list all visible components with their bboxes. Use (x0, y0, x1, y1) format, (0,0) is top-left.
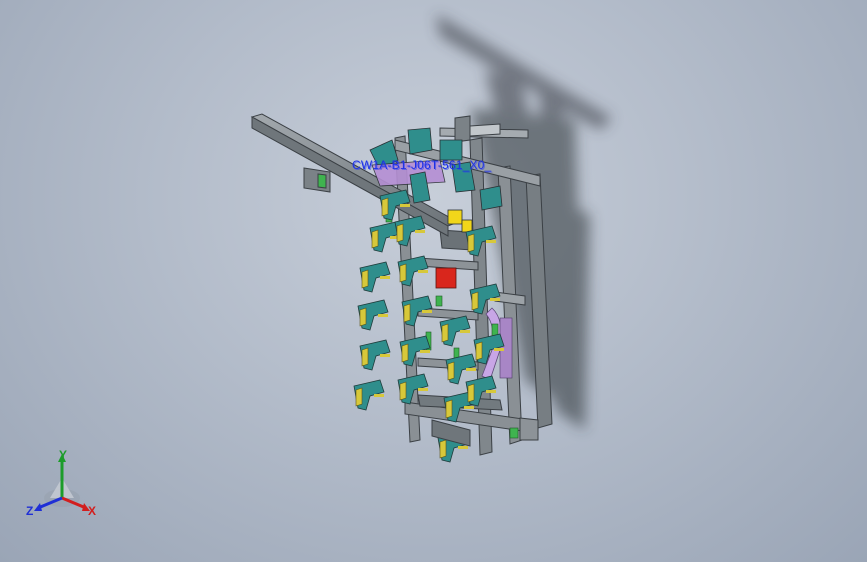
clamp-bracket[interactable] (467, 383, 475, 403)
clamp-bracket[interactable] (401, 343, 409, 363)
graphics-viewport[interactable]: CW1A-B1-J06T-561_X0_ CW1A-B1-J06T-561_X0… (0, 0, 867, 562)
clamp-bracket[interactable] (439, 439, 447, 459)
clamp-pin (466, 368, 476, 371)
clamp-pin (460, 330, 470, 333)
clamp-pin (418, 388, 428, 391)
clamp-bracket[interactable] (445, 399, 453, 419)
clamp-bracket[interactable] (355, 387, 363, 407)
clamp-bracket[interactable] (399, 263, 407, 283)
clamp-pin (380, 354, 390, 357)
clamp-pin (380, 276, 390, 279)
clamp-bracket[interactable] (371, 229, 379, 249)
clamp-pin (458, 446, 468, 449)
clamp-bracket[interactable] (399, 381, 407, 401)
part-name-callout-shadow: CW1A-B1-J06T-561_X0_ (353, 159, 493, 173)
cad-model-scene[interactable] (0, 0, 867, 562)
clamp-pin (415, 230, 425, 233)
red-actuator-block[interactable] (435, 267, 457, 289)
clamp-pin (464, 406, 474, 409)
z-axis-label: Z (26, 504, 34, 518)
clamp-pin (400, 204, 410, 207)
clamp-bracket[interactable] (441, 323, 449, 343)
clamp-pin (420, 350, 430, 353)
clamp-bracket[interactable] (359, 307, 367, 327)
clamp-pin (486, 390, 496, 393)
clamp-pin (374, 394, 384, 397)
clamp-bracket[interactable] (471, 291, 479, 311)
clamp-pin (494, 348, 504, 351)
clamp-bracket[interactable] (475, 341, 483, 361)
clamp-bracket[interactable] (467, 233, 475, 253)
part-name-callout: CW1A-B1-J06T-561_X0_ CW1A-B1-J06T-561_X0… (352, 158, 493, 173)
x-axis-label: X (88, 504, 97, 518)
coordinate-triad[interactable]: Y X Z (22, 448, 102, 528)
clamp-bracket[interactable] (381, 197, 389, 217)
clamp-bracket[interactable] (403, 303, 411, 323)
clamp-bracket[interactable] (361, 269, 369, 289)
clamp-pin (418, 270, 428, 273)
clamp-pin (486, 240, 496, 243)
y-axis-label: Y (59, 448, 68, 462)
clamp-bracket[interactable] (361, 347, 369, 367)
clamp-bracket[interactable] (396, 223, 404, 243)
clamp-pin (490, 298, 500, 301)
clamp-pin (422, 310, 432, 313)
clamp-bracket[interactable] (447, 361, 455, 381)
clamp-pin (378, 314, 388, 317)
